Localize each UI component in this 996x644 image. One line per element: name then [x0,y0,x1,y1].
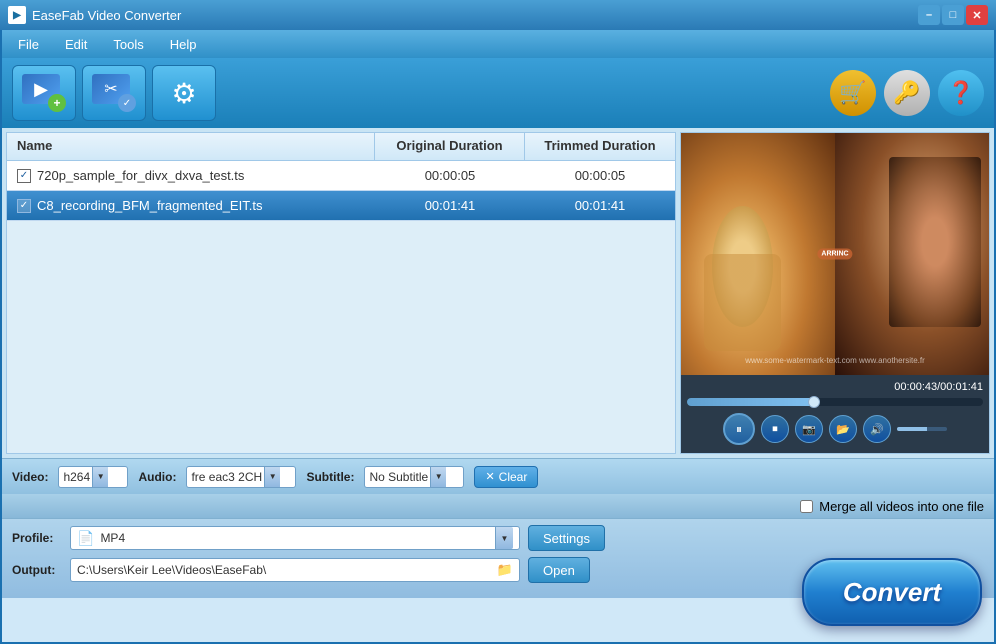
preview-controls: 00:00:43/00:01:41 ⏸ ⏹ 📷 📂 🔊 [681,375,989,453]
maximize-button[interactable]: □ [942,5,964,25]
audio-codec-value: fre eac3 2CH [191,470,262,484]
help-icon[interactable]: ❓ [938,70,984,116]
volume-slider[interactable] [897,427,947,431]
window-controls: – □ ✕ [918,5,988,25]
original-duration: 00:01:41 [375,193,525,218]
menu-tools[interactable]: Tools [101,33,155,56]
menu-bar: File Edit Tools Help [2,30,994,58]
profile-file-icon: 📄 [77,530,94,547]
merge-checkbox[interactable] [800,500,813,513]
progress-fill [687,398,814,406]
subtitle-combo[interactable]: No Subtitle ▼ [364,466,464,488]
video-label: Video: [12,470,48,484]
clear-label: Clear [499,470,528,484]
edit-video-button[interactable]: ✂ ✓ [82,65,146,121]
video-codec-combo[interactable]: h264 ▼ [58,466,128,488]
video-subtitle-overlay: www.some-watermark-text.com www.anothers… [686,356,984,365]
audio-codec-combo[interactable]: fre eac3 2CH ▼ [186,466,296,488]
media-controls-strip: Video: h264 ▼ Audio: fre eac3 2CH ▼ Subt… [2,458,994,494]
profile-label: Profile: [12,531,62,545]
video-codec-arrow[interactable]: ▼ [92,467,108,487]
folder-icon: 📁 [497,562,513,578]
col-header-original: Original Duration [375,133,525,160]
file-list-area: Name Original Duration Trimmed Duration … [6,132,676,454]
col-header-trimmed: Trimmed Duration [525,133,675,160]
output-label: Output: [12,563,62,577]
title-bar: ▶ EaseFab Video Converter – □ ✕ [0,0,996,30]
file-checkbox[interactable]: ✓ [17,169,31,183]
output-path: C:\Users\Keir Lee\Videos\EaseFab\ [77,563,266,577]
audio-label: Audio: [138,470,176,484]
clear-button[interactable]: ✕ Clear [474,466,538,488]
progress-thumb[interactable] [808,396,820,408]
trimmed-duration: 00:01:41 [525,193,675,218]
table-row[interactable]: ✓ C8_recording_BFM_fragmented_EIT.ts 00:… [7,191,675,221]
subtitle-label: Subtitle: [306,470,354,484]
file-name: C8_recording_BFM_fragmented_EIT.ts [37,198,262,213]
original-duration: 00:00:05 [375,163,525,188]
minimize-button[interactable]: – [918,5,940,25]
subtitle-arrow[interactable]: ▼ [430,467,446,487]
stop-button[interactable]: ⏹ [761,415,789,443]
shop-icon[interactable]: 🛒 [830,70,876,116]
file-checkbox[interactable]: ✓ [17,199,31,213]
settings-button[interactable]: ⚙ [152,65,216,121]
snapshot-button[interactable]: 📷 [795,415,823,443]
preview-panel: ARRINC www.some-watermark-text.com www.a… [680,132,990,454]
toolbar: ▶ + ✂ ✓ ⚙ 🛒 🔑 ❓ [2,58,994,128]
app-icon: ▶ [8,6,26,24]
time-display: 00:00:43/00:01:41 [687,379,983,395]
col-header-name: Name [7,133,375,160]
audio-codec-arrow[interactable]: ▼ [264,467,280,487]
app-title: EaseFab Video Converter [32,8,181,23]
menu-file[interactable]: File [6,33,51,56]
profile-combo-arrow[interactable]: ▼ [495,527,513,549]
output-path-field[interactable]: C:\Users\Keir Lee\Videos\EaseFab\ 📁 [70,558,520,582]
subtitle-value: No Subtitle [369,470,428,484]
menu-help[interactable]: Help [158,33,209,56]
video-codec-value: h264 [63,470,90,484]
add-video-button[interactable]: ▶ + [12,65,76,121]
pause-button[interactable]: ⏸ [723,413,755,445]
file-name-cell: ✓ 720p_sample_for_divx_dxva_test.ts [7,163,375,188]
register-icon[interactable]: 🔑 [884,70,930,116]
progress-bar[interactable] [687,398,983,406]
preview-video: ARRINC www.some-watermark-text.com www.a… [681,133,989,375]
clear-icon: ✕ [485,470,494,483]
settings-btn[interactable]: Settings [528,525,605,551]
merge-row: Merge all videos into one file [2,494,994,518]
convert-section: Convert [802,558,982,626]
trimmed-duration: 00:00:05 [525,163,675,188]
profile-combo[interactable]: 📄 MP4 ▼ [70,526,520,550]
menu-edit[interactable]: Edit [53,33,99,56]
file-name-cell: ✓ C8_recording_BFM_fragmented_EIT.ts [7,193,375,218]
open-button[interactable]: Open [528,557,590,583]
open-folder-button[interactable]: 📂 [829,415,857,443]
file-name: 720p_sample_for_divx_dxva_test.ts [37,168,244,183]
close-button[interactable]: ✕ [966,5,988,25]
video-watermark: ARRINC [817,249,852,260]
convert-button[interactable]: Convert [802,558,982,626]
profile-value: MP4 [100,531,125,545]
file-list-header: Name Original Duration Trimmed Duration [7,133,675,161]
volume-button[interactable]: 🔊 [863,415,891,443]
table-row[interactable]: ✓ 720p_sample_for_divx_dxva_test.ts 00:0… [7,161,675,191]
merge-label: Merge all videos into one file [819,499,984,514]
